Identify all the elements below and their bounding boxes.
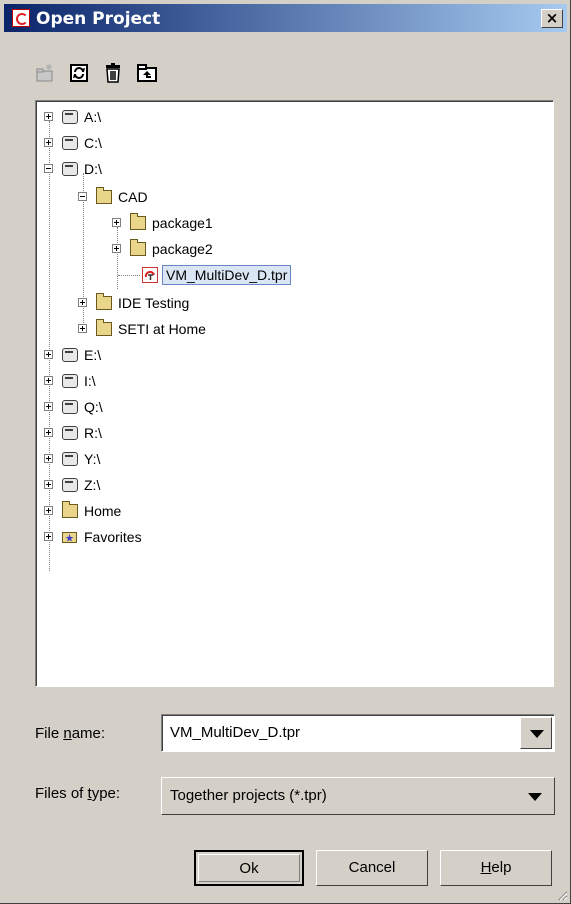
file-name-label: File name: (35, 725, 106, 742)
refresh-icon[interactable] (68, 62, 90, 84)
ok-button[interactable]: Ok (194, 850, 304, 886)
tree-node-label: Favorites (84, 529, 142, 545)
drive-icon (62, 136, 78, 150)
expand-icon[interactable] (44, 428, 53, 437)
cancel-button[interactable]: Cancel (316, 850, 428, 886)
up-folder-icon[interactable] (136, 62, 158, 84)
tree-connector (117, 227, 118, 289)
collapse-icon[interactable] (78, 192, 87, 201)
resize-grip-icon[interactable] (556, 889, 568, 901)
project-file-icon (142, 267, 158, 283)
collapse-icon[interactable] (44, 164, 53, 173)
drive-icon (62, 426, 78, 440)
open-folder-icon (96, 187, 112, 204)
folder-icon (130, 239, 146, 256)
expand-icon[interactable] (44, 506, 53, 515)
drive-icon (62, 162, 78, 176)
folder-icon (130, 213, 146, 230)
favorites-folder-icon (62, 532, 77, 543)
open-project-dialog: Open Project × A:\ C:\ D:\ CAD package1 … (0, 0, 571, 904)
tree-node-label: IDE Testing (118, 295, 190, 311)
drive-icon (62, 400, 78, 414)
expand-icon[interactable] (44, 454, 53, 463)
folder-tree[interactable]: A:\ C:\ D:\ CAD package1 package2 VM_Mul… (35, 100, 554, 687)
dialog-title: Open Project (36, 9, 161, 29)
tree-node-label: C:\ (84, 135, 102, 151)
chevron-down-icon (528, 793, 542, 801)
help-button[interactable]: Help (440, 850, 552, 886)
tree-node-label: Z:\ (84, 477, 101, 493)
file-type-select[interactable]: Together projects (*.tpr) (161, 777, 555, 815)
folder-icon (62, 501, 78, 518)
tree-node-label: R:\ (84, 425, 102, 441)
file-name-input[interactable]: VM_MultiDev_D.tpr (161, 714, 555, 752)
tree-node-label: Y:\ (84, 451, 101, 467)
tree-node-label: Q:\ (84, 399, 103, 415)
drive-icon (62, 110, 78, 124)
expand-icon[interactable] (44, 350, 53, 359)
folder-icon (96, 293, 112, 310)
expand-icon[interactable] (78, 298, 87, 307)
tree-node-label: package1 (152, 215, 213, 231)
tree-connector (49, 121, 50, 571)
tree-node-label: package2 (152, 241, 213, 257)
file-name-value: VM_MultiDev_D.tpr (170, 724, 301, 741)
expand-icon[interactable] (44, 138, 53, 147)
new-folder-icon[interactable] (34, 62, 56, 84)
tree-node-label-selected: VM_MultiDev_D.tpr (162, 265, 292, 285)
tree-node-label: I:\ (84, 373, 96, 389)
drive-icon (62, 348, 78, 362)
expand-icon[interactable] (112, 244, 121, 253)
expand-icon[interactable] (44, 112, 53, 121)
tree-node-label: E:\ (84, 347, 102, 363)
expand-icon[interactable] (78, 324, 87, 333)
expand-icon[interactable] (44, 376, 53, 385)
expand-icon[interactable] (44, 480, 53, 489)
folder-icon (96, 319, 112, 336)
app-icon (12, 9, 30, 27)
file-name-dropdown-button[interactable] (520, 717, 552, 749)
delete-icon[interactable] (102, 62, 124, 84)
tree-node-label: D:\ (84, 161, 102, 177)
drive-icon (62, 478, 78, 492)
expand-icon[interactable] (44, 402, 53, 411)
tree-node-label: CAD (118, 189, 148, 205)
tree-connector (118, 275, 140, 276)
chevron-down-icon (530, 730, 544, 738)
file-type-label: Files of type: (35, 785, 121, 802)
drive-icon (62, 452, 78, 466)
expand-icon[interactable] (44, 532, 53, 541)
tree-node-label: SETI at Home (118, 321, 206, 337)
expand-icon[interactable] (112, 218, 121, 227)
close-button[interactable]: × (541, 9, 563, 28)
title-bar[interactable]: Open Project × (4, 4, 567, 32)
tree-node-label: Home (84, 503, 122, 519)
file-type-value: Together projects (*.tpr) (170, 787, 327, 804)
tree-node-label: A:\ (84, 109, 102, 125)
drive-icon (62, 374, 78, 388)
